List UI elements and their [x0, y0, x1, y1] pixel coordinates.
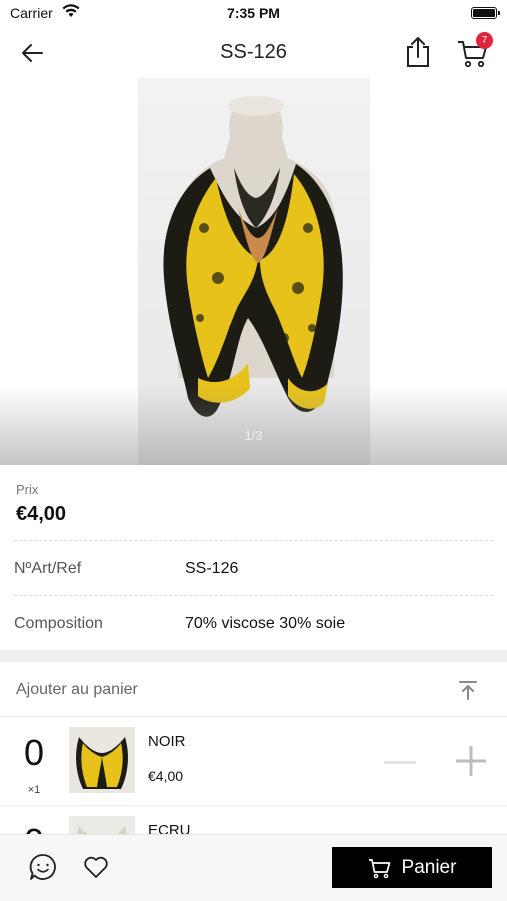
cart-icon: [368, 858, 390, 878]
gallery-fade: [0, 385, 507, 465]
price-value: €4,00: [16, 503, 67, 525]
variant-color: NOIR: [148, 733, 186, 750]
ref-value: SS-126: [185, 560, 239, 577]
status-bar: Carrier 7:35 PM: [0, 0, 507, 28]
section-separator: [0, 650, 507, 662]
quantity-value[interactable]: 0: [0, 732, 68, 774]
share-icon[interactable]: [402, 35, 434, 69]
add-to-cart-title: Ajouter au panier: [16, 681, 138, 698]
nav-bar: SS-126 7: [0, 28, 507, 78]
price-label: Prix: [16, 482, 39, 497]
bottom-bar: Panier: [0, 834, 507, 901]
cart-button-label: Panier: [401, 856, 457, 878]
composition-value: 70% viscose 30% soie: [185, 615, 346, 632]
battery-icon: [471, 7, 500, 19]
product-gallery[interactable]: 1/3: [0, 78, 507, 465]
variant-thumbnail: [69, 727, 135, 793]
chat-icon[interactable]: [28, 852, 58, 882]
cart-count-badge: 7: [476, 32, 493, 49]
cart-button[interactable]: Panier: [332, 847, 492, 888]
image-pager: 1/3: [244, 428, 263, 443]
pack-multiplier: ×1: [27, 784, 41, 796]
add-to-cart-header: Ajouter au panier: [0, 662, 507, 717]
composition-label: Composition: [14, 615, 103, 632]
divider: [14, 540, 493, 541]
increase-quantity-button[interactable]: [454, 744, 488, 778]
variant-row: 0 ×1 NOIR €4,00: [0, 717, 507, 806]
clock: 7:35 PM: [227, 5, 280, 21]
variant-price: €4,00: [148, 768, 184, 784]
ref-label: NºArt/Ref: [14, 560, 82, 577]
favorite-heart-icon[interactable]: [82, 853, 110, 881]
divider: [14, 595, 493, 596]
collapse-to-top-icon[interactable]: [456, 678, 480, 702]
decrease-quantity-button[interactable]: [384, 761, 416, 764]
